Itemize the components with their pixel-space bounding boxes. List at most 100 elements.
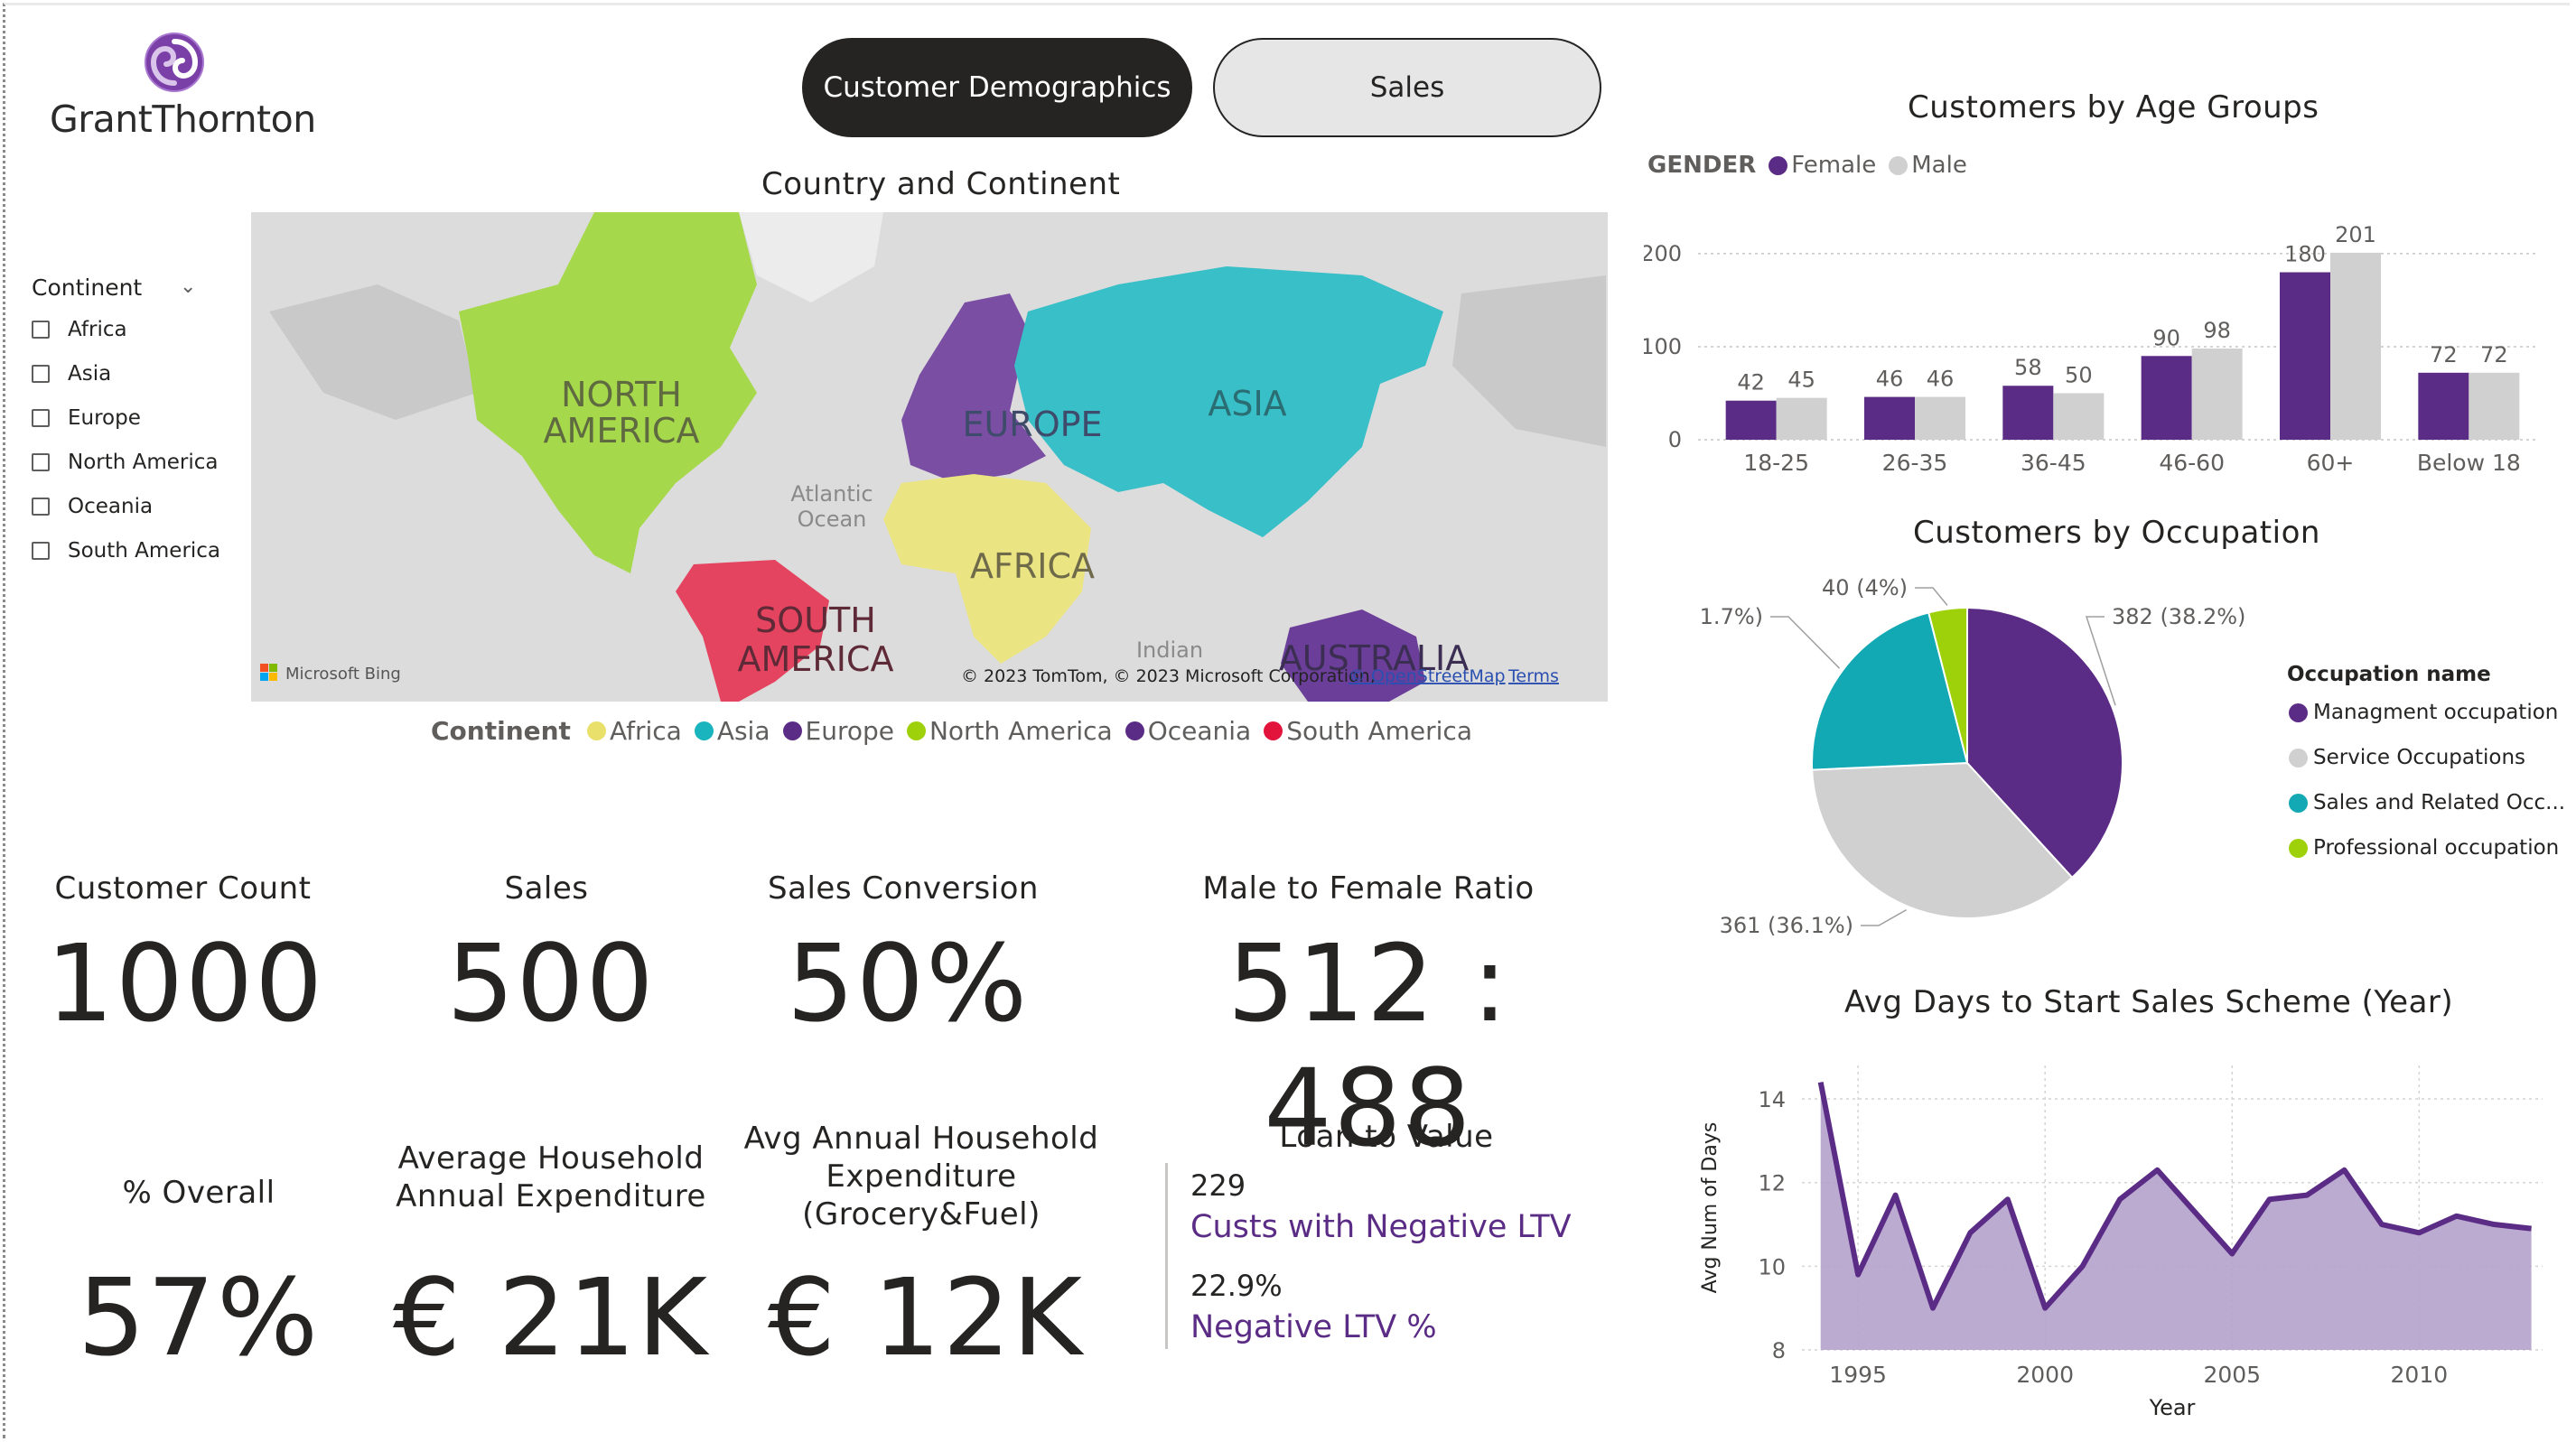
checkbox[interactable] [32,498,50,516]
data-label: 58 [2014,355,2042,380]
tab-customer-demographics[interactable]: Customer Demographics [802,38,1192,137]
kpi-label-sales: Sales [504,870,589,907]
bar [1776,397,1827,440]
slicer-item-label: North America [68,451,219,474]
bar [2053,393,2105,440]
slicer-item-africa[interactable]: Africa [32,316,127,343]
legend-item[interactable]: North America [929,716,1113,746]
bar [1864,396,1915,440]
ltv-title: Loan to Value [1279,1119,1494,1155]
x-tick-label: 46-60 [2159,450,2225,476]
bing-logo-icon [269,673,277,681]
ltv-neg-count-label: Custs with Negative LTV [1190,1209,1572,1245]
kpi-value-sales-conversion: 50% [786,921,1030,1046]
leader-line [1915,587,1948,606]
map-legend: Continent Africa Asia Europe North Ameri… [431,716,1472,746]
slicer-item-label: Asia [68,362,112,386]
x-tick-label: 2010 [2391,1362,2449,1388]
map-label: SOUTH [755,600,876,640]
legend-marker [1125,721,1144,740]
data-label: 201 [2335,222,2376,247]
legend-item[interactable]: Female [1791,152,1876,179]
map-title: Country and Continent [761,166,1121,202]
slicer-item-south-america[interactable]: South America [32,537,220,564]
slicer-item-label: Oceania [68,495,154,518]
slice-label: 382 (38.2%) [2112,604,2245,629]
slicer-item-north-america[interactable]: North America [32,449,219,476]
occupation-chart-title: Customers by Occupation [1913,515,2320,551]
legend-marker [906,721,926,740]
terms-link[interactable]: Terms [1507,666,1559,686]
legend-item-professional[interactable]: Professional occupation [2289,836,2559,860]
legend-item-sales-related[interactable]: Sales and Related Occ... [2289,791,2565,814]
map-label: EUROPE [962,405,1102,444]
age-chart-title: Customers by Age Groups [1908,89,2319,126]
slicer-title: Continent [32,274,143,301]
slice-label: 217 (21.7%) [1698,604,1763,629]
map-label: AMERICA [544,411,700,451]
bar [1725,400,1777,440]
bar [2280,272,2330,440]
data-label: 98 [2203,318,2231,343]
legend-item-management[interactable]: Managment occupation [2289,701,2558,724]
avg-days-area-chart[interactable]: 8 10 12 14 1995 2000 2005 2010 Year Avg Num of Da… [1689,1047,2547,1427]
bing-logo-icon [260,673,268,681]
y-tick-label: 10 [1758,1254,1786,1279]
x-axis-title: Year [2149,1395,2196,1420]
chevron-down-icon[interactable]: ⌄ [180,275,196,298]
legend-item[interactable]: South America [1286,716,1472,746]
checkbox[interactable] [32,409,50,427]
data-label: 90 [2152,325,2180,350]
map-label: AMERICA [738,639,894,679]
legend-title: Occupation name [2287,663,2491,686]
legend-title: GENDER [1647,152,1757,179]
x-tick-label: 2000 [2016,1362,2074,1388]
checkbox[interactable] [32,542,50,560]
map-label: Indian [1136,637,1203,663]
legend-item[interactable]: Europe [806,716,894,746]
legend-label: Managment occupation [2313,701,2559,724]
area-fill [1820,1082,2532,1350]
slice-label: 40 (4%) [1822,575,1908,600]
age-groups-chart[interactable]: 0 100 200 42 45 18-25 46 46 26-35 58 50 36-45 90 98 46… [1644,217,2556,488]
slicer-item-asia[interactable]: Asia [32,360,111,387]
osm-link[interactable]: © OpenStreetMap [1349,666,1506,686]
data-label: 45 [1787,367,1815,393]
grant-thornton-logo-icon [145,33,204,92]
occupation-pie-chart[interactable]: 382 (38.2%) 361 (36.1%) 217 (21.7%) 40 (4%) [1698,564,2276,944]
x-tick-label: 60+ [2307,450,2355,476]
data-label: 72 [2430,342,2458,367]
slice-label: 361 (36.1%) [1720,913,1853,938]
x-tick-label: 18-25 [1743,450,1809,476]
legend-label: Professional occupation [2313,836,2560,860]
kpi-value-customer-count: 1000 [45,921,325,1046]
tab-sales[interactable]: Sales [1213,38,1601,137]
legend-item[interactable]: Oceania [1148,716,1252,746]
leader-line [1861,908,1908,926]
x-tick-label: Below 18 [2417,450,2521,476]
legend-item[interactable]: Asia [717,716,770,746]
slicer-item-oceania[interactable]: Oceania [32,493,153,520]
checkbox[interactable] [32,453,50,471]
map-label: Atlantic [790,481,873,507]
y-axis-title: Avg Num of Days [1699,1122,1722,1294]
map-label: AFRICA [970,546,1095,586]
bar [1915,396,1965,440]
kpi-label-sales-conversion: Sales Conversion [768,870,1039,907]
legend-marker [1264,721,1283,740]
world-map[interactable]: NORTH AMERICA EUROPE ASIA AFRICA SOUTH A… [251,212,1608,702]
legend-marker [2289,793,2308,813]
legend-item-service[interactable]: Service Occupations [2289,746,2525,769]
map-canvas[interactable]: NORTH AMERICA EUROPE ASIA AFRICA SOUTH A… [251,212,1608,702]
legend-marker [782,721,802,740]
legend-marker [2289,702,2308,722]
legend-item[interactable]: Male [1911,152,1967,179]
data-label: 42 [1737,370,1765,395]
leader-line [1770,616,1841,669]
legend-item[interactable]: Africa [610,716,682,746]
kpi-label-avg-household-exp: Average Household Annual Expenditure [379,1140,723,1215]
x-tick-label: 2005 [2203,1362,2261,1388]
slicer-item-europe[interactable]: Europe [32,405,141,432]
checkbox[interactable] [32,321,50,339]
checkbox[interactable] [32,365,50,383]
